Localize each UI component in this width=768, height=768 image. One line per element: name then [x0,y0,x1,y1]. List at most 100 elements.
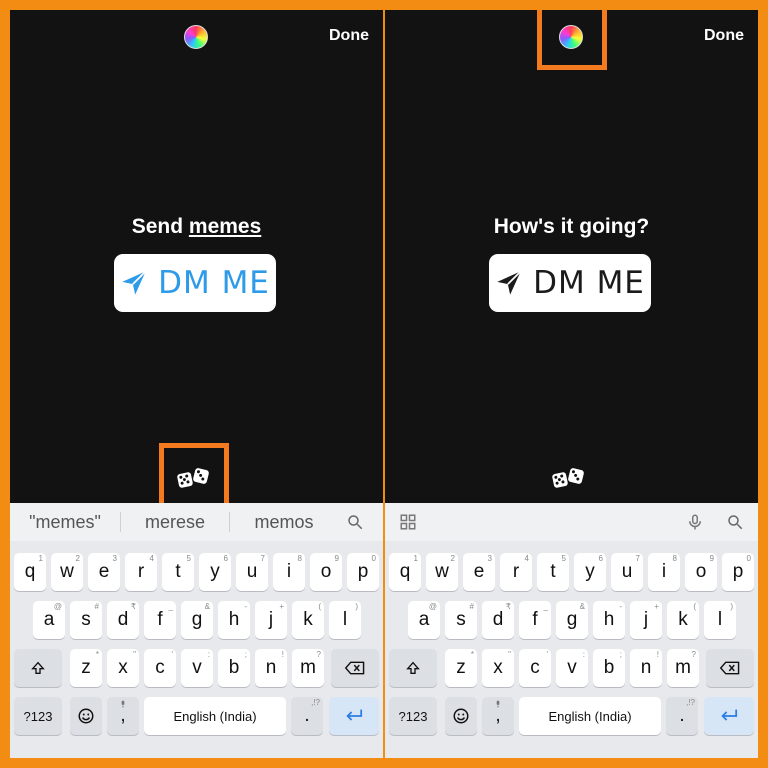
done-button[interactable]: Done [704,27,744,45]
key-hint: ,!? [686,698,695,707]
key-l[interactable]: l) [329,601,361,639]
enter-key[interactable] [329,697,379,735]
key-t[interactable]: t5 [162,553,194,591]
key-hint: 6 [223,554,228,563]
key-label: v [192,657,202,678]
key-s[interactable]: s # [70,601,102,639]
send-icon [122,270,147,295]
key-n[interactable]: n! [630,649,662,687]
backspace-key[interactable] [706,649,754,687]
key-p[interactable]: p0 [722,553,754,591]
key-hint: ₹ [505,602,511,611]
key-hint: _ [543,602,548,611]
key-a[interactable]: a @ [408,601,440,639]
key-v[interactable]: v: [556,649,588,687]
story-headline[interactable]: Send memes [10,215,383,239]
key-m[interactable]: m? [667,649,699,687]
suggestion-item[interactable]: "memes" [10,512,120,533]
key-s[interactable]: s # [445,601,477,639]
key-i[interactable]: i8 [648,553,680,591]
enter-key[interactable] [704,697,754,735]
key-p[interactable]: p0 [347,553,379,591]
key-j[interactable]: j + [630,601,662,639]
key-r[interactable]: r4 [125,553,157,591]
emoji-key[interactable] [445,697,477,735]
key-hint: & [204,602,210,611]
key-label: e [473,561,485,582]
dm-me-sticker[interactable]: DM ME [489,254,651,312]
key-label: . [304,705,310,726]
key-label: n [265,657,277,678]
keyboard: q 1 w 2 e 3 r 4 t 5 y 6 u 7 i 8 o 9 p 0 a @ s # d ₹ f _ g & h - j + k(l) z *… [10,541,383,758]
key-q[interactable]: q1 [389,553,421,591]
enter-icon [721,709,738,721]
key-m[interactable]: m? [292,649,324,687]
key-i[interactable]: i8 [273,553,305,591]
dm-me-sticker[interactable]: DM ME [114,254,276,312]
key-k[interactable]: k( [292,601,324,639]
search-icon[interactable] [726,513,744,531]
emoji-key[interactable] [70,697,102,735]
key-y[interactable]: y6 [199,553,231,591]
comma-key[interactable]: , [107,697,139,735]
key-a[interactable]: a @ [33,601,65,639]
numbers-mode-key[interactable]: ?123 [389,697,437,735]
period-key[interactable]: .,!? [666,697,698,735]
key-g[interactable]: g & [556,601,588,639]
key-w[interactable]: w2 [51,553,83,591]
send-icon [497,270,522,295]
period-key[interactable]: .,!? [291,697,323,735]
search-icon[interactable] [346,513,364,531]
key-q[interactable]: q1 [14,553,46,591]
comma-key[interactable]: , [482,697,514,735]
key-g[interactable]: g & [181,601,213,639]
backspace-key[interactable] [331,649,379,687]
key-u[interactable]: u7 [236,553,268,591]
key-o[interactable]: o9 [310,553,342,591]
story-headline[interactable]: How's it going? [385,215,758,239]
key-x[interactable]: x " [482,649,514,687]
key-l[interactable]: l) [704,601,736,639]
key-e[interactable]: e3 [463,553,495,591]
key-b[interactable]: b; [593,649,625,687]
key-x[interactable]: x " [107,649,139,687]
key-h[interactable]: h- [593,601,625,639]
key-c[interactable]: c ' [144,649,176,687]
key-f[interactable]: f _ [144,601,176,639]
numbers-mode-key[interactable]: ?123 [14,697,62,735]
key-label: ?123 [398,708,428,724]
key-v[interactable]: v: [181,649,213,687]
key-e[interactable]: e3 [88,553,120,591]
key-n[interactable]: n! [255,649,287,687]
color-picker-icon[interactable] [184,25,208,49]
spacebar-key[interactable]: English (India) [144,697,286,735]
suggestion-item[interactable]: merese [121,512,229,533]
key-label: k [678,609,688,630]
suggestion-item[interactable]: memos [230,512,338,533]
key-o[interactable]: o9 [685,553,717,591]
key-d[interactable]: d ₹ [107,601,139,639]
key-z[interactable]: z * [445,649,477,687]
grid-apps-icon[interactable] [399,513,417,531]
key-b[interactable]: b; [218,649,250,687]
key-k[interactable]: k( [667,601,699,639]
key-hint: ₹ [130,602,136,611]
key-u[interactable]: u7 [611,553,643,591]
done-button[interactable]: Done [329,27,369,45]
key-c[interactable]: c ' [519,649,551,687]
key-hint: & [579,602,585,611]
key-t[interactable]: t5 [537,553,569,591]
microphone-icon[interactable] [686,513,704,531]
spacebar-key[interactable]: English (India) [519,697,661,735]
key-j[interactable]: j + [255,601,287,639]
shift-key[interactable] [389,649,437,687]
key-h[interactable]: h- [218,601,250,639]
key-w[interactable]: w2 [426,553,458,591]
shift-key[interactable] [14,649,62,687]
key-d[interactable]: d ₹ [482,601,514,639]
key-z[interactable]: z * [70,649,102,687]
key-y[interactable]: y6 [574,553,606,591]
key-r[interactable]: r4 [500,553,532,591]
dice-icon[interactable] [551,467,585,489]
key-f[interactable]: f _ [519,601,551,639]
